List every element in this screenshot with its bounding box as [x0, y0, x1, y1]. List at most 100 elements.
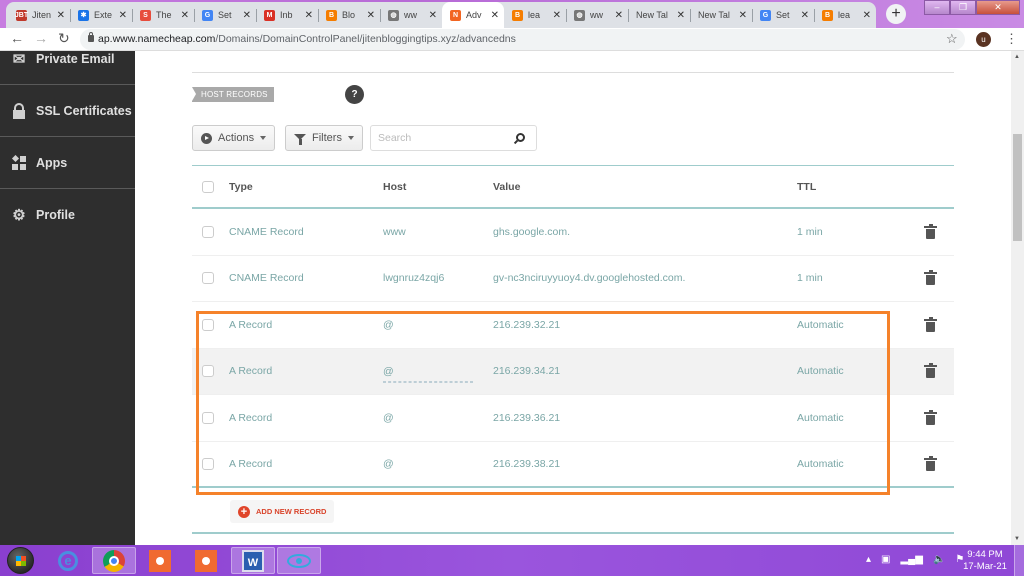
record-type[interactable]: A Record: [229, 412, 272, 424]
close-tab-icon[interactable]: ✕: [367, 10, 375, 21]
trash-icon[interactable]: [924, 455, 937, 471]
column-header-host[interactable]: Host: [383, 181, 406, 193]
record-host[interactable]: @: [383, 412, 394, 424]
record-type[interactable]: A Record: [229, 365, 272, 377]
row-checkbox[interactable]: [202, 365, 214, 378]
trash-icon[interactable]: [924, 316, 937, 332]
row-checkbox[interactable]: [202, 225, 214, 238]
browser-tab[interactable]: New Tal ✕: [628, 2, 690, 28]
record-value[interactable]: gv-nc3nciruyyuoy4.dv.googlehosted.com.: [493, 272, 685, 284]
record-ttl[interactable]: 1 min: [797, 226, 823, 238]
taskbar-word[interactable]: W: [231, 547, 275, 574]
bookmark-star-icon[interactable]: ☆: [946, 31, 958, 47]
address-bar[interactable]: ap.www.namecheap.com/Domains/DomainContr…: [80, 29, 965, 50]
close-tab-icon[interactable]: ✕: [181, 10, 189, 21]
browser-tab[interactable]: ◍ ww ✕: [566, 2, 628, 28]
menu-kebab-icon[interactable]: ⋮: [1005, 31, 1018, 47]
record-type[interactable]: CNAME Record: [229, 226, 304, 238]
browser-tab[interactable]: G Set ✕: [194, 2, 256, 28]
column-header-type[interactable]: Type: [229, 181, 253, 193]
close-tab-icon[interactable]: ✕: [119, 10, 127, 21]
record-value[interactable]: 216.239.38.21: [493, 458, 560, 470]
profile-avatar[interactable]: u: [976, 32, 991, 47]
row-checkbox[interactable]: [202, 457, 214, 470]
trash-icon[interactable]: [924, 409, 937, 425]
taskbar-internet-explorer[interactable]: e: [46, 547, 90, 574]
minimize-button[interactable]: –: [924, 0, 950, 15]
browser-tab[interactable]: S The ✕: [132, 2, 194, 28]
page-scrollbar[interactable]: ▲ ▼: [1011, 51, 1024, 545]
record-value[interactable]: ghs.google.com.: [493, 226, 570, 238]
browser-tab[interactable]: N Adv ✕: [442, 2, 504, 28]
sidebar-item-apps[interactable]: Apps: [0, 137, 135, 189]
record-ttl[interactable]: 1 min: [797, 272, 823, 284]
record-value[interactable]: 216.239.34.21: [493, 365, 560, 377]
record-host[interactable]: www: [383, 226, 406, 238]
table-row[interactable]: A Record @216.239.34.21 Automatic: [192, 348, 954, 395]
scroll-down-arrow-icon[interactable]: ▼: [1014, 536, 1020, 542]
sidebar-item-profile[interactable]: ⚙ Profile: [0, 189, 135, 241]
browser-tab[interactable]: ◍ ww ✕: [380, 2, 442, 28]
taskbar-screenshot-tool[interactable]: [184, 547, 228, 574]
record-host[interactable]: lwgnruz4zqj6: [383, 272, 444, 284]
close-tab-icon[interactable]: ✕: [305, 10, 313, 21]
record-type[interactable]: A Record: [229, 319, 272, 331]
close-tab-icon[interactable]: ✕: [801, 10, 809, 21]
trash-icon[interactable]: [924, 363, 937, 379]
actions-dropdown[interactable]: Actions: [192, 125, 276, 151]
add-new-record-button[interactable]: + ADD NEW RECORD: [230, 500, 334, 523]
trash-icon[interactable]: [924, 270, 937, 286]
taskbar-chrome[interactable]: [92, 547, 136, 574]
record-ttl[interactable]: Automatic: [797, 319, 844, 331]
record-type[interactable]: CNAME Record: [229, 272, 304, 284]
browser-tab[interactable]: ✱ Exte ✕: [70, 2, 132, 28]
sidebar-item-private-email[interactable]: ✉ Private Email: [0, 33, 135, 85]
scroll-up-arrow-icon[interactable]: ▲: [1014, 54, 1020, 60]
scrollbar-thumb[interactable]: [1013, 134, 1022, 241]
maximize-button[interactable]: ❐: [950, 0, 976, 15]
browser-tab[interactable]: Blea ✕: [814, 2, 876, 28]
trash-icon[interactable]: [924, 223, 937, 239]
browser-tab[interactable]: B Blo ✕: [318, 2, 380, 28]
record-host[interactable]: @: [383, 365, 473, 383]
row-checkbox[interactable]: [202, 318, 214, 331]
search-input[interactable]: Search: [370, 125, 537, 151]
close-tab-icon[interactable]: ✕: [677, 10, 685, 21]
browser-tab[interactable]: Blea ✕: [504, 2, 566, 28]
record-type[interactable]: A Record: [229, 458, 272, 470]
browser-tab[interactable]: G Set ✕: [752, 2, 814, 28]
close-tab-icon[interactable]: ✕: [615, 10, 623, 21]
record-ttl[interactable]: Automatic: [797, 412, 844, 424]
clipboard-icon[interactable]: ▣: [881, 554, 890, 565]
browser-tab[interactable]: JBT Jiten ✕: [8, 2, 70, 28]
record-host[interactable]: @: [383, 458, 394, 470]
close-tab-icon[interactable]: ✕: [429, 10, 437, 21]
volume-icon[interactable]: 🔈: [933, 554, 945, 565]
close-tab-icon[interactable]: ✕: [57, 10, 65, 21]
browser-tab[interactable]: New Tal ✕: [690, 2, 752, 28]
sidebar-item-ssl-certificates[interactable]: SSL Certificates: [0, 85, 135, 137]
table-row[interactable]: CNAME Record www ghs.google.com. 1 min: [192, 209, 954, 256]
new-tab-button[interactable]: +: [886, 4, 906, 24]
close-window-button[interactable]: ✕: [976, 0, 1020, 15]
help-icon[interactable]: ?: [345, 85, 364, 104]
column-header-ttl[interactable]: TTL: [797, 181, 816, 193]
table-row[interactable]: A Record @216.239.36.21 Automatic: [192, 395, 954, 442]
record-ttl[interactable]: Automatic: [797, 365, 844, 377]
show-desktop-button[interactable]: [1014, 545, 1024, 576]
close-tab-icon[interactable]: ✕: [553, 10, 561, 21]
close-tab-icon[interactable]: ✕: [739, 10, 747, 21]
search-icon[interactable]: [516, 133, 525, 142]
close-tab-icon[interactable]: ✕: [243, 10, 251, 21]
taskbar-eye-app[interactable]: [277, 547, 321, 574]
row-checkbox[interactable]: [202, 272, 214, 285]
filters-dropdown[interactable]: Filters: [285, 125, 363, 151]
table-row[interactable]: CNAME Record lwgnruz4zqj6 gv-nc3nciruyyuoy…: [192, 256, 954, 302]
browser-tab[interactable]: M Inb ✕: [256, 2, 318, 28]
system-clock[interactable]: 9:44 PM 17-Mar-21: [960, 549, 1010, 573]
show-hidden-icons-arrow[interactable]: ▴: [866, 554, 871, 565]
record-ttl[interactable]: Automatic: [797, 458, 844, 470]
table-row[interactable]: A Record @216.239.32.21 Automatic: [192, 302, 954, 349]
record-value[interactable]: 216.239.36.21: [493, 412, 560, 424]
network-signal-icon[interactable]: ▂▄▆: [900, 554, 922, 565]
